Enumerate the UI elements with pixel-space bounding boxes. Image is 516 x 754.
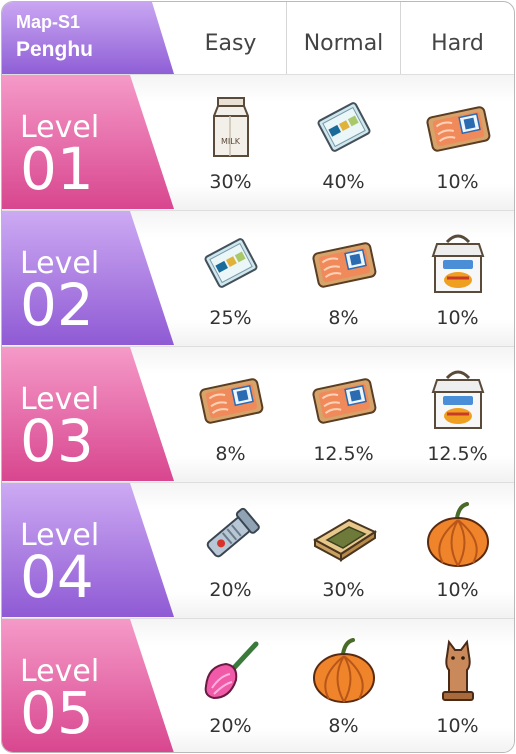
drop-rate: 25% — [209, 307, 252, 329]
drop-rate: 12.5% — [313, 443, 374, 465]
food-packet-icon — [309, 92, 379, 162]
drop-cell: 20% — [175, 482, 286, 618]
drop-cell: MILK 30% — [175, 74, 286, 210]
table-row: Level 03 8% 12.5% 12.5% — [2, 346, 514, 483]
pumpkin-icon — [309, 636, 379, 706]
column-header-normal: Normal — [303, 31, 384, 56]
salmon-tray-icon — [309, 228, 379, 298]
drop-rate: 8% — [215, 443, 246, 465]
drop-cell: 10% — [401, 482, 514, 618]
drop-rate: 10% — [436, 171, 479, 193]
svg-text:MILK: MILK — [221, 137, 241, 146]
drop-cell: 8% — [287, 210, 400, 346]
level-number: 01 — [20, 135, 94, 203]
cat-statue-icon — [423, 636, 493, 706]
drop-rate: 40% — [322, 171, 365, 193]
drop-cell: 10% — [401, 74, 514, 210]
drop-cell: 12.5% — [401, 346, 514, 482]
drop-cell: 25% — [175, 210, 286, 346]
drop-rate: 8% — [328, 715, 359, 737]
map-code: Map-S1 — [16, 12, 81, 32]
drop-rate: 30% — [322, 579, 365, 601]
drop-cell: 12.5% — [287, 346, 400, 482]
level-number: 02 — [20, 271, 94, 339]
level-number: 05 — [20, 679, 94, 747]
pumpkin-icon — [423, 500, 493, 570]
drop-cell: 30% — [287, 482, 400, 618]
level-label-01: Level 01 — [2, 74, 177, 210]
drop-cell: 10% — [401, 210, 514, 346]
drop-cell: 8% — [175, 346, 286, 482]
table-header: Map-S1 Penghu Easy Normal Hard — [2, 2, 514, 74]
level-number: 03 — [20, 407, 94, 475]
level-label-04: Level 04 — [2, 482, 177, 618]
column-header-hard: Hard — [431, 31, 484, 56]
bbq-box-icon — [423, 364, 493, 434]
map-name: Penghu — [16, 38, 93, 61]
drop-rate: 12.5% — [427, 443, 488, 465]
table-row: Level 01 MILK 30% 40% 10% — [2, 74, 514, 211]
drop-rate: 20% — [209, 579, 252, 601]
table-row: Level 02 25% 8% 10% — [2, 210, 514, 347]
drop-rate: 30% — [209, 171, 252, 193]
flashlight-icon — [196, 500, 266, 570]
food-packet-icon — [196, 228, 266, 298]
salmon-tray-icon — [196, 364, 266, 434]
level-number: 04 — [20, 543, 94, 611]
drop-rate: 10% — [436, 715, 479, 737]
drop-rate: 20% — [209, 715, 252, 737]
drop-cell: 20% — [175, 618, 286, 752]
table-row: Level 05 20% 8% 10% — [2, 618, 514, 752]
drop-rate: 10% — [436, 579, 479, 601]
level-label-03: Level 03 — [2, 346, 177, 482]
level-label-02: Level 02 — [2, 210, 177, 346]
drop-rate-table: Map-S1 Penghu Easy Normal Hard Level 01 M… — [1, 1, 515, 753]
column-header-easy: Easy — [204, 31, 257, 56]
salmon-tray-icon — [309, 364, 379, 434]
milk-carton-icon: MILK — [196, 92, 266, 162]
level-label-05: Level 05 — [2, 618, 177, 752]
map-label: Map-S1 Penghu — [2, 2, 177, 74]
drop-cell: 10% — [401, 618, 514, 752]
bbq-box-icon — [423, 228, 493, 298]
drop-rate: 8% — [328, 307, 359, 329]
drop-cell: 8% — [287, 618, 400, 752]
drop-rate: 10% — [436, 307, 479, 329]
table-row: Level 04 20% 30% 10% — [2, 482, 514, 619]
feather-duster-icon — [196, 636, 266, 706]
wooden-tray-icon — [309, 500, 379, 570]
salmon-tray-icon — [423, 92, 493, 162]
drop-cell: 40% — [287, 74, 400, 210]
